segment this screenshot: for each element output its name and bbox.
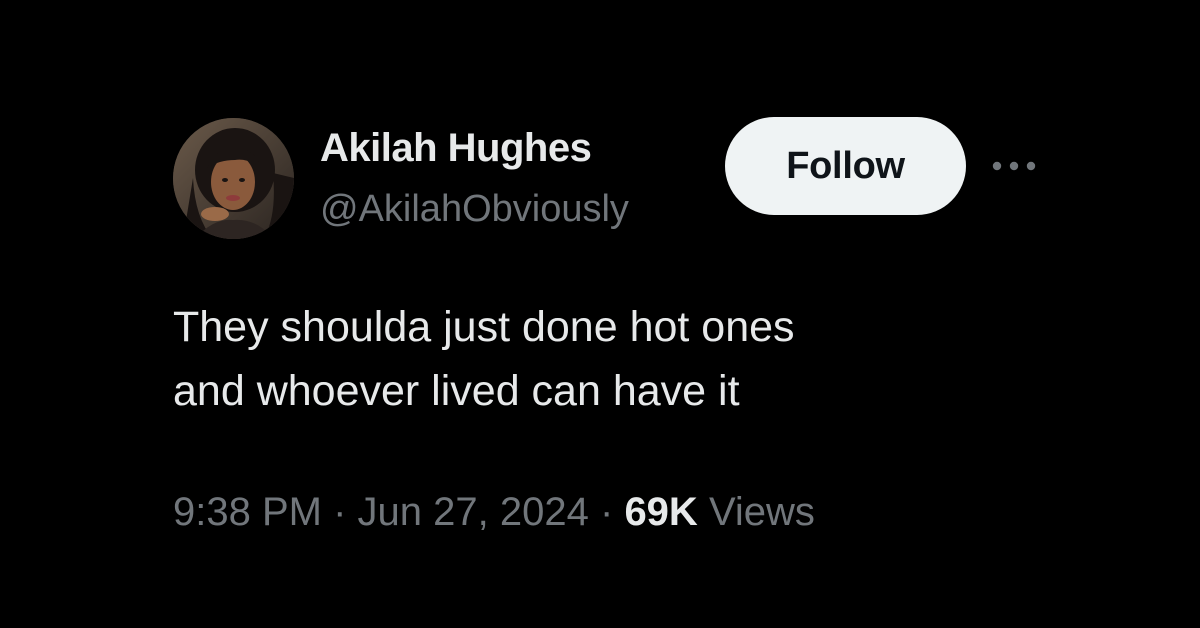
avatar-image (173, 118, 294, 239)
views-label: Views (708, 490, 815, 534)
meta-separator: · (599, 490, 614, 534)
more-horizontal-icon (992, 161, 1036, 171)
follow-button[interactable]: Follow (725, 117, 966, 215)
author-display-name[interactable]: Akilah Hughes (320, 124, 592, 172)
tweet-text-line: and whoever lived can have it (173, 367, 740, 415)
tweet-date[interactable]: Jun 27, 2024 (358, 490, 589, 534)
tweet-text: They shoulda just done hot ones and whoe… (173, 295, 1133, 423)
author-handle[interactable]: @AkilahObviously (320, 186, 629, 232)
tweet-text-line: They shoulda just done hot ones (173, 303, 795, 351)
tweet-meta: 9:38 PM · Jun 27, 2024 · 69K Views (173, 487, 815, 537)
views-count: 69K (624, 490, 698, 534)
more-options-button[interactable] (984, 148, 1044, 184)
avatar[interactable] (173, 118, 294, 239)
tweet-time[interactable]: 9:38 PM (173, 490, 322, 534)
meta-separator: · (333, 490, 347, 534)
tweet-card: Akilah Hughes @AkilahObviously Follow Th… (0, 0, 1200, 628)
